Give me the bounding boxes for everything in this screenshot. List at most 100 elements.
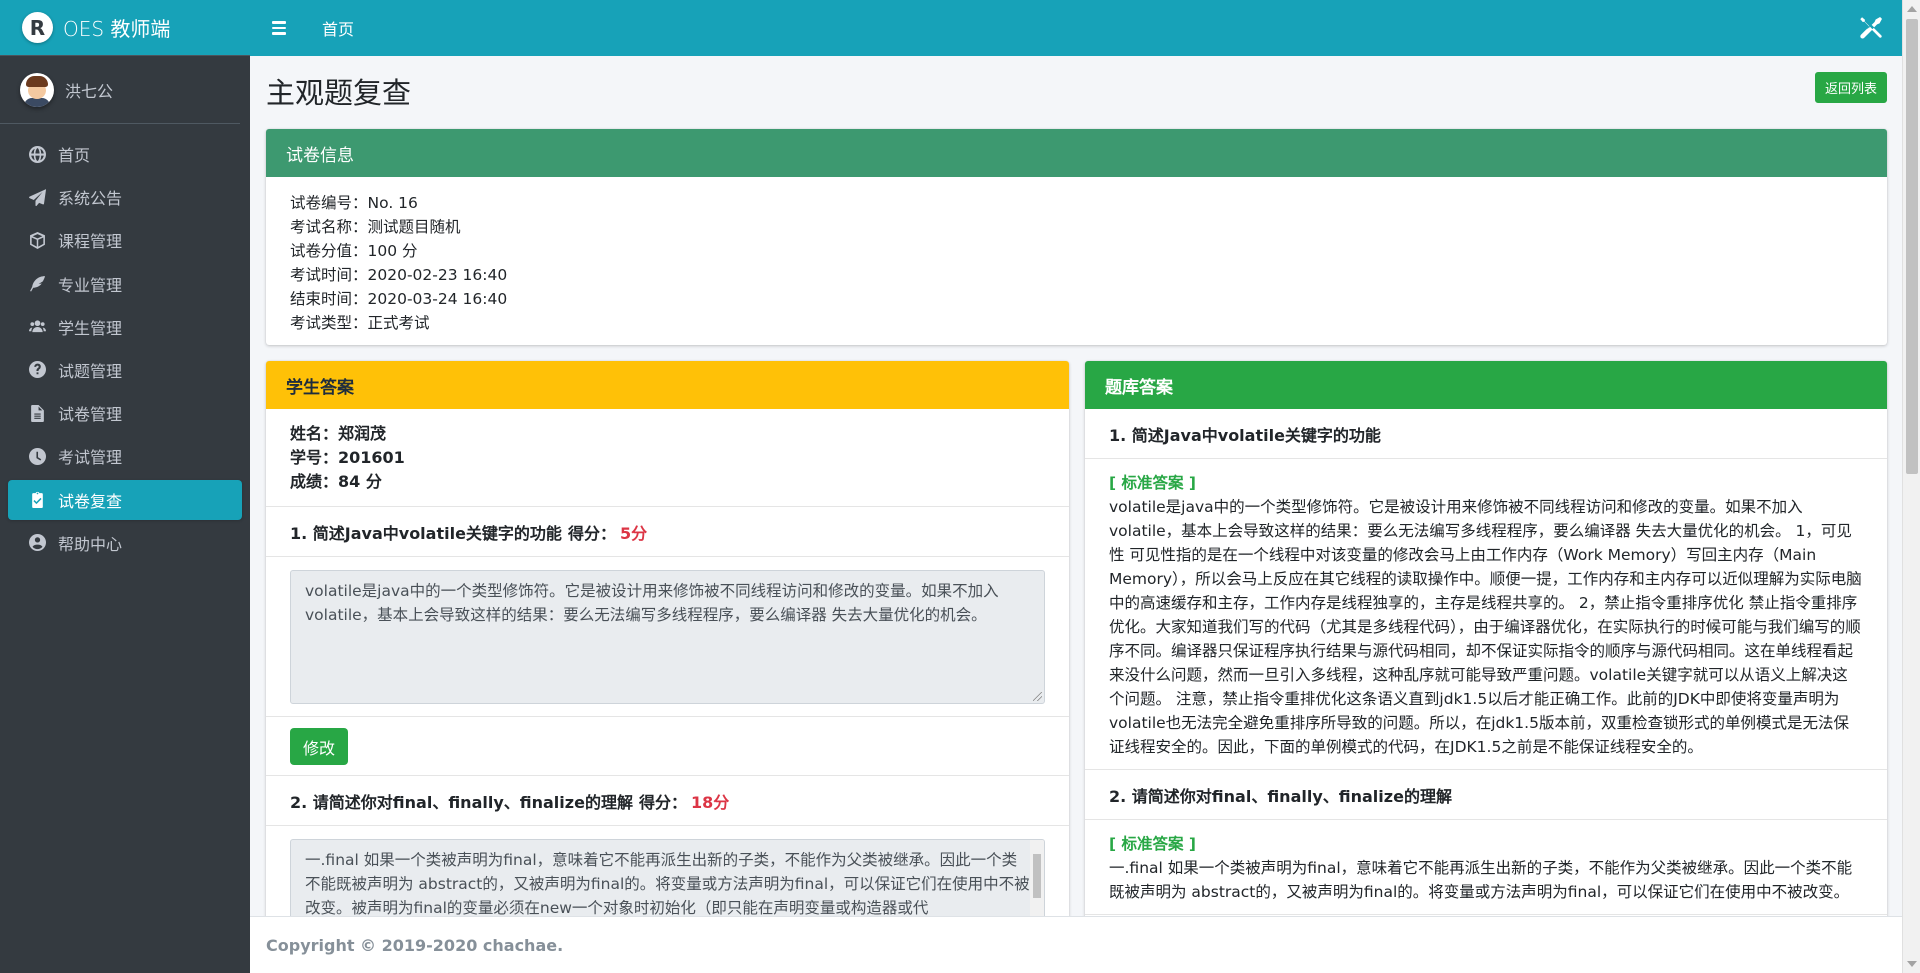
answer-area: 一.final 如果一个类被声明为final，意味着它不能再派生出新的子类，不能… bbox=[266, 826, 1069, 916]
info-value: No. 16 bbox=[367, 194, 418, 212]
exam-info-row: 考试时间：2020-02-23 16:40 bbox=[290, 263, 1887, 287]
globe-icon bbox=[28, 145, 46, 163]
sidebar-item-label: 试卷复查 bbox=[58, 491, 123, 511]
sidebar-item-courses[interactable]: 课程管理 bbox=[8, 220, 242, 260]
sidebar-item-label: 帮助中心 bbox=[58, 534, 123, 554]
brand-link[interactable]: R OES 教师端 bbox=[0, 0, 250, 56]
answer-text: volatile是java中的一个类型修饰符。它是被设计用来修饰被不同线程访问和… bbox=[305, 582, 999, 624]
page-scrollbar[interactable] bbox=[1902, 0, 1920, 973]
answer-area: volatile是java中的一个类型修饰符。它是被设计用来修饰被不同线程访问和… bbox=[266, 557, 1069, 717]
sidebar-item-majors[interactable]: 专业管理 bbox=[8, 264, 242, 304]
info-value: 100 分 bbox=[367, 242, 418, 260]
info-key: 结束时间： bbox=[290, 290, 368, 308]
question-bank-card: 题库答案 1. 简述Java中volatile关键字的功能 [ 标准答案 ] v… bbox=[1085, 361, 1887, 916]
user-panel[interactable]: 洪七公 bbox=[0, 56, 240, 124]
footer: Copyright © 2019-2020 chachae. bbox=[250, 916, 1902, 973]
exam-info-body: 试卷编号：No. 16 考试名称：测试题目随机 试卷分值：100 分 考试时间：… bbox=[266, 177, 1887, 335]
info-value: 2020-03-24 16:40 bbox=[367, 290, 508, 308]
question-text: 2. 请简述你对final、finally、finalize的理解 bbox=[290, 792, 633, 812]
info-value: 测试题目随机 bbox=[367, 218, 461, 236]
standard-answer-text: 一.final 如果一个类被声明为final，意味着它不能再派生出新的子类，不能… bbox=[1109, 859, 1853, 901]
student-answer-header: 学生答案 bbox=[266, 361, 1069, 409]
student-id: 学号：201601 bbox=[290, 448, 405, 467]
sidebar-item-announcements[interactable]: 系统公告 bbox=[8, 177, 242, 217]
avatar bbox=[20, 72, 54, 107]
hamburger-menu-icon[interactable] bbox=[272, 18, 292, 38]
student-score: 成绩：84 分 bbox=[290, 472, 382, 491]
edit-button[interactable]: 修改 bbox=[290, 728, 348, 765]
sidebar-item-label: 系统公告 bbox=[58, 189, 123, 209]
sidebar-item-label: 试题管理 bbox=[58, 361, 123, 381]
textarea-scrollbar[interactable] bbox=[1030, 840, 1044, 916]
question-bank-header: 题库答案 bbox=[1085, 361, 1887, 409]
info-key: 考试类型： bbox=[290, 314, 368, 332]
student-answer-textarea[interactable]: volatile是java中的一个类型修饰符。它是被设计用来修饰被不同线程访问和… bbox=[290, 570, 1045, 704]
sidebar-item-students[interactable]: 学生管理 bbox=[8, 307, 242, 347]
exam-info-card: 试卷信息 试卷编号：No. 16 考试名称：测试题目随机 试卷分值：100 分 … bbox=[266, 129, 1887, 345]
student-answer-card: 学生答案 姓名：郑润茂 学号：201601 成绩：84 分 1. 简述Java中… bbox=[266, 361, 1069, 916]
question-title: 2. 请简述你对final、finally、finalize的理解 得分： 18… bbox=[266, 776, 1069, 826]
standard-answer-label: [ 标准答案 ] bbox=[1109, 835, 1196, 853]
score-label: 得分： bbox=[638, 792, 687, 812]
sidebar-item-help[interactable]: 帮助中心 bbox=[8, 523, 242, 563]
sidebar-item-label: 考试管理 bbox=[58, 448, 123, 468]
question-score: 18分 bbox=[690, 792, 730, 812]
sidebar-item-label: 专业管理 bbox=[58, 275, 123, 295]
info-key: 考试时间： bbox=[290, 266, 368, 284]
sidebar-item-label: 学生管理 bbox=[58, 318, 123, 338]
student-answer-textarea[interactable]: 一.final 如果一个类被声明为final，意味着它不能再派生出新的子类，不能… bbox=[290, 839, 1045, 916]
bank-question-title: 1. 简述Java中volatile关键字的功能 bbox=[1085, 409, 1887, 459]
back-to-list-button[interactable]: 返回列表 bbox=[1815, 72, 1887, 103]
student-name: 姓名：郑润茂 bbox=[290, 424, 387, 443]
sidebar-item-papers[interactable]: 试卷管理 bbox=[8, 393, 242, 433]
scroll-down-arrow-icon[interactable] bbox=[1907, 961, 1917, 967]
scroll-up-arrow-icon[interactable] bbox=[1907, 6, 1917, 12]
sidebar-item-exams[interactable]: 考试管理 bbox=[8, 436, 242, 476]
exam-info-row: 结束时间：2020-03-24 16:40 bbox=[290, 287, 1887, 311]
file-icon bbox=[28, 404, 46, 422]
standard-answer-text: volatile是java中的一个类型修饰符。它是被设计用来修饰被不同线程访问和… bbox=[1109, 498, 1862, 756]
sidebar-item-label: 课程管理 bbox=[58, 232, 123, 252]
question-circle-icon bbox=[28, 361, 46, 379]
brand-logo-icon: R bbox=[22, 12, 53, 43]
tools-icon[interactable] bbox=[1860, 17, 1882, 39]
main-content: 主观题复查 返回列表 试卷信息 试卷编号：No. 16 考试名称：测试题目随机 … bbox=[250, 56, 1902, 916]
info-key: 试卷分值： bbox=[290, 242, 368, 260]
answer-text: 一.final 如果一个类被声明为final，意味着它不能再派生出新的子类，不能… bbox=[305, 851, 1030, 916]
edit-row: 修改 bbox=[266, 717, 1069, 776]
sidebar-item-questions[interactable]: 试题管理 bbox=[8, 350, 242, 390]
exam-info-row: 考试类型：正式考试 bbox=[290, 311, 1887, 335]
question-title: 1. 简述Java中volatile关键字的功能 得分： 5分 bbox=[266, 507, 1069, 557]
exam-info-row: 试卷分值：100 分 bbox=[290, 239, 1887, 263]
sidebar: R OES 教师端 洪七公 首页 系统公告 课程管理 专业管理 学生管理 试题管… bbox=[0, 0, 250, 973]
top-home-link[interactable]: 首页 bbox=[322, 16, 354, 40]
info-value: 正式考试 bbox=[367, 314, 430, 332]
sidebar-nav: 首页 系统公告 课程管理 专业管理 学生管理 试题管理 试卷管理 考试管理 试卷… bbox=[0, 124, 250, 576]
scroll-thumb[interactable] bbox=[1906, 19, 1918, 474]
brand-name: OES 教师端 bbox=[63, 17, 171, 41]
info-key: 试卷编号： bbox=[290, 194, 368, 212]
score-label: 得分： bbox=[567, 523, 616, 543]
resize-grip-icon[interactable] bbox=[1033, 692, 1042, 701]
sidebar-item-label: 首页 bbox=[58, 146, 91, 165]
student-info: 姓名：郑润茂 学号：201601 成绩：84 分 bbox=[266, 409, 1069, 507]
paper-plane-icon bbox=[28, 188, 46, 206]
question-text: 1. 简述Java中volatile关键字的功能 bbox=[290, 523, 562, 543]
bank-answer: [ 标准答案 ] 一.final 如果一个类被声明为final，意味着它不能再派… bbox=[1085, 820, 1887, 915]
info-key: 考试名称： bbox=[290, 218, 368, 236]
sidebar-item-home[interactable]: 首页 bbox=[8, 134, 242, 174]
clipboard-check-icon bbox=[28, 491, 46, 509]
exam-info-header: 试卷信息 bbox=[266, 129, 1887, 177]
bank-answer: [ 标准答案 ] volatile是java中的一个类型修饰符。它是被设计用来修… bbox=[1085, 459, 1887, 770]
user-circle-icon bbox=[28, 534, 46, 552]
clock-icon bbox=[28, 447, 46, 465]
cube-icon bbox=[28, 231, 46, 249]
question-score: 5分 bbox=[619, 523, 648, 543]
info-value: 2020-02-23 16:40 bbox=[367, 266, 508, 284]
page-title: 主观题复查 bbox=[266, 76, 412, 110]
users-icon bbox=[28, 318, 46, 336]
feather-icon bbox=[28, 275, 46, 293]
sidebar-item-label: 试卷管理 bbox=[58, 405, 123, 425]
sidebar-item-paper-review[interactable]: 试卷复查 bbox=[8, 479, 242, 520]
user-name: 洪七公 bbox=[65, 81, 114, 101]
